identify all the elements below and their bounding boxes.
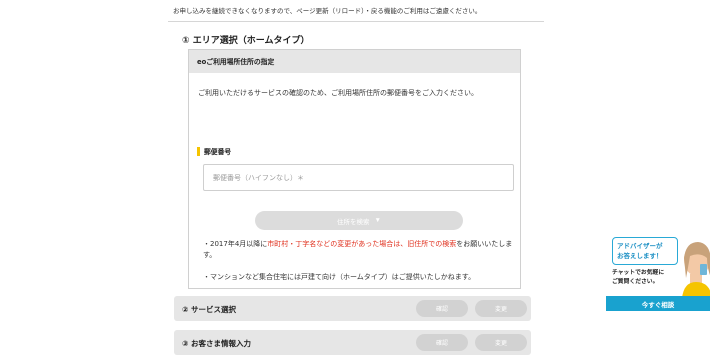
- step-customer-info: ③ お客さま情報入力 確認 変更: [174, 330, 531, 355]
- card-header: eoご利用場所住所の指定: [189, 50, 520, 73]
- chat-invite: チャットでお気軽に ご質問ください。: [606, 266, 686, 296]
- step-label: ② サービス選択: [182, 305, 236, 314]
- change-button[interactable]: 変更: [475, 300, 527, 317]
- chevron-down-icon: ▼: [374, 217, 381, 224]
- confirm-button[interactable]: 確認: [416, 300, 468, 317]
- confirm-button[interactable]: 確認: [416, 334, 468, 351]
- bubble-line2: お答えします！: [617, 252, 663, 260]
- zip-label-text: 郵便番号: [204, 148, 232, 156]
- step-label: ③ お客さま情報入力: [182, 339, 251, 348]
- change-button[interactable]: 変更: [475, 334, 527, 351]
- chat-line2: ご質問ください。: [612, 279, 659, 285]
- advisor-chat-widget[interactable]: アドバイザーが お答えします！ チャットでお気軽に ご質問ください。 今すぐ相談: [606, 234, 710, 311]
- advisor-bubble: アドバイザーが お答えします！: [612, 237, 678, 265]
- bubble-line1: アドバイザーが: [617, 242, 663, 250]
- address-change-note: ・2017年4月以降に市町村・丁字名などの変更があった場合は、旧住所での検索をお…: [203, 239, 515, 261]
- chat-line1: チャットでお気軽に: [612, 270, 665, 276]
- advisor-avatar-icon: [682, 242, 710, 298]
- search-button-label: 住所を検索: [337, 218, 370, 226]
- required-marker: [197, 146, 200, 156]
- address-description: ご利用いただけるサービスの確認のため、ご利用場所住所の郵便番号をご入力ください。: [198, 89, 478, 97]
- step-service-select: ② サービス選択 確認 変更: [174, 296, 531, 321]
- note1-highlight: 市町村・丁字名などの変更があった場合は、旧住所での検索: [267, 240, 457, 248]
- zip-input[interactable]: [203, 164, 514, 191]
- page-warning-note: お申し込みを継続できなくなりますので、ページ更新（リロード）・戻る機能のご利用は…: [173, 7, 482, 15]
- search-address-button[interactable]: 住所を検索 ▼: [255, 211, 463, 230]
- zip-label: 郵便番号: [197, 146, 231, 156]
- apartment-note: ・マンションなど集合住宅には戸建て向け（ホームタイプ）はご提供いたしかねます。: [203, 273, 476, 281]
- consult-now-button[interactable]: 今すぐ相談: [606, 296, 710, 311]
- note1-prefix: ・2017年4月以降に: [203, 240, 268, 248]
- address-card: eoご利用場所住所の指定 ご利用いただけるサービスの確認のため、ご利用場所住所の…: [188, 49, 521, 289]
- section-title-area: ① エリア選択（ホームタイプ）: [182, 36, 310, 46]
- divider: [168, 21, 544, 22]
